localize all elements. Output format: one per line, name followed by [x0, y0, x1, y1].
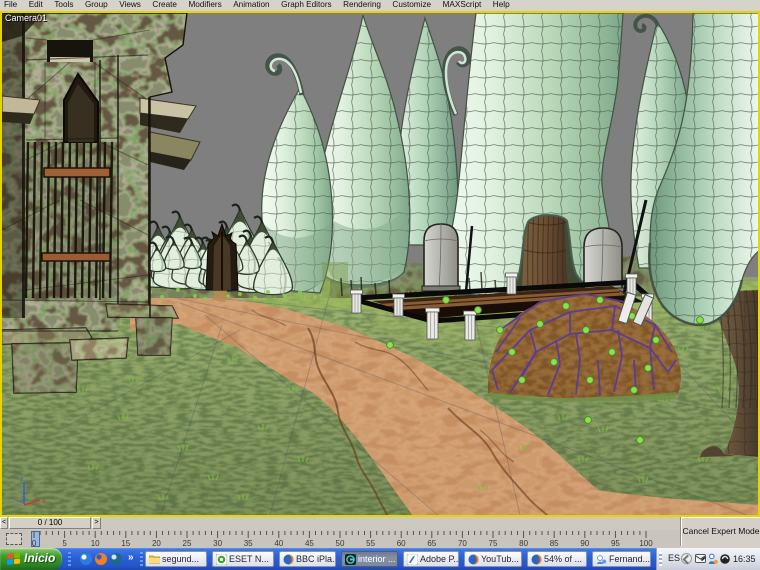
svg-text:10: 10: [91, 539, 100, 548]
svg-text:z: z: [20, 476, 24, 483]
svg-text:40: 40: [274, 539, 283, 548]
svg-text:5: 5: [62, 539, 67, 548]
svg-text:45: 45: [305, 539, 314, 548]
svg-text:20: 20: [152, 539, 161, 548]
svg-text:0: 0: [32, 539, 37, 548]
svg-text:60: 60: [397, 539, 406, 548]
svg-text:85: 85: [550, 539, 559, 548]
svg-text:35: 35: [244, 539, 253, 548]
svg-text:75: 75: [489, 539, 498, 548]
svg-text:90: 90: [580, 539, 589, 548]
svg-text:70: 70: [458, 539, 467, 548]
svg-text:15: 15: [121, 539, 130, 548]
svg-text:55: 55: [366, 539, 375, 548]
svg-text:30: 30: [213, 539, 222, 548]
svg-text:x: x: [42, 498, 46, 505]
svg-text:65: 65: [427, 539, 436, 548]
svg-text:100: 100: [639, 539, 653, 548]
svg-text:80: 80: [519, 539, 528, 548]
svg-text:95: 95: [611, 539, 620, 548]
svg-text:50: 50: [336, 539, 345, 548]
svg-text:25: 25: [183, 539, 192, 548]
